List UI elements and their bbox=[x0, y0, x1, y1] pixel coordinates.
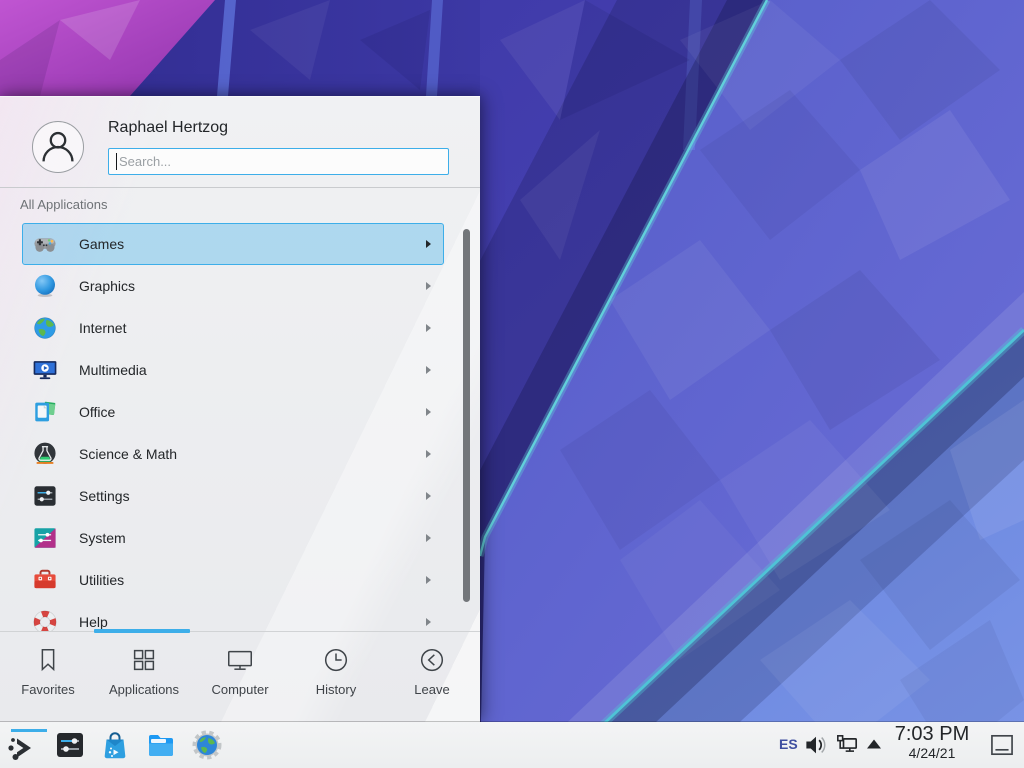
category-label: Utilities bbox=[79, 572, 426, 588]
category-science-math[interactable]: Science & Math bbox=[22, 433, 444, 475]
file-manager-button[interactable] bbox=[145, 729, 177, 761]
category-label: System bbox=[79, 530, 426, 546]
category-list: Games Graphics Internet bbox=[0, 223, 480, 631]
category-internet[interactable]: Internet bbox=[22, 307, 444, 349]
category-label: Internet bbox=[79, 320, 426, 336]
search-field-wrap bbox=[108, 148, 449, 175]
category-multimedia[interactable]: Multimedia bbox=[22, 349, 444, 391]
submenu-arrow-icon bbox=[426, 240, 431, 248]
active-tab-indicator bbox=[94, 629, 190, 633]
tab-favorites[interactable]: Favorites bbox=[0, 632, 96, 722]
konqueror-browser-icon bbox=[191, 729, 223, 761]
category-label: Games bbox=[79, 236, 426, 252]
launcher-tabbar: Favorites Applications Computer bbox=[0, 631, 480, 722]
submenu-arrow-icon bbox=[426, 534, 431, 542]
tab-leave[interactable]: Leave bbox=[384, 632, 480, 722]
tab-label: Applications bbox=[109, 682, 179, 697]
gamepad-icon bbox=[32, 231, 58, 257]
category-label: Help bbox=[79, 614, 426, 630]
application-launcher-button[interactable] bbox=[6, 729, 38, 761]
user-avatar[interactable] bbox=[32, 121, 84, 173]
speaker-icon bbox=[802, 731, 830, 759]
keyboard-layout-indicator[interactable]: ES bbox=[779, 736, 798, 752]
user-name: Raphael Hertzog bbox=[108, 119, 228, 137]
dolphin-file-manager-icon bbox=[145, 729, 177, 761]
submenu-arrow-icon bbox=[426, 408, 431, 416]
system-settings-button[interactable] bbox=[54, 729, 86, 761]
discover-software-button[interactable] bbox=[99, 729, 131, 761]
show-desktop-icon bbox=[988, 731, 1016, 759]
tab-computer[interactable]: Computer bbox=[192, 632, 288, 722]
digital-clock[interactable]: 7:03 PM 4/24/21 bbox=[886, 724, 978, 761]
tab-history[interactable]: History bbox=[288, 632, 384, 722]
system-settings-icon bbox=[54, 729, 86, 761]
submenu-arrow-icon bbox=[426, 618, 431, 626]
submenu-arrow-icon bbox=[426, 282, 431, 290]
active-launcher-indicator bbox=[11, 729, 47, 732]
tray-expand-button[interactable] bbox=[866, 738, 882, 750]
category-games[interactable]: Games bbox=[22, 223, 444, 265]
leave-icon bbox=[417, 645, 447, 675]
text-caret bbox=[116, 153, 117, 170]
submenu-arrow-icon bbox=[426, 576, 431, 584]
category-label: Office bbox=[79, 404, 426, 420]
clock-icon bbox=[321, 645, 351, 675]
submenu-arrow-icon bbox=[426, 492, 431, 500]
launcher-header: Raphael Hertzog bbox=[0, 97, 480, 188]
tab-label: History bbox=[316, 682, 356, 697]
category-system[interactable]: System bbox=[22, 517, 444, 559]
network-button[interactable] bbox=[833, 731, 861, 759]
category-label: Science & Math bbox=[79, 446, 426, 462]
category-office[interactable]: Office bbox=[22, 391, 444, 433]
category-label: Settings bbox=[79, 488, 426, 504]
monitor-play-icon bbox=[32, 357, 58, 383]
submenu-arrow-icon bbox=[426, 366, 431, 374]
lifebuoy-icon bbox=[32, 609, 58, 631]
submenu-arrow-icon bbox=[426, 324, 431, 332]
grid-icon bbox=[129, 645, 159, 675]
system-sliders-icon bbox=[32, 525, 58, 551]
kde-application-launcher-icon bbox=[6, 732, 38, 764]
clock-time: 7:03 PM bbox=[886, 724, 978, 746]
category-help[interactable]: Help bbox=[22, 601, 444, 631]
globe-icon bbox=[32, 315, 58, 341]
volume-button[interactable] bbox=[802, 731, 830, 759]
list-scrollbar[interactable] bbox=[463, 229, 470, 602]
documents-icon bbox=[32, 399, 58, 425]
flask-icon bbox=[32, 441, 58, 467]
search-input[interactable] bbox=[108, 148, 449, 175]
category-utilities[interactable]: Utilities bbox=[22, 559, 444, 601]
web-browser-button[interactable] bbox=[191, 729, 223, 761]
tab-applications[interactable]: Applications bbox=[96, 632, 192, 722]
tab-label: Leave bbox=[414, 682, 449, 697]
sphere-icon bbox=[32, 273, 58, 299]
tab-label: Computer bbox=[211, 682, 268, 697]
show-desktop-button[interactable] bbox=[988, 731, 1016, 759]
clock-date: 4/24/21 bbox=[886, 746, 978, 761]
computer-icon bbox=[225, 645, 255, 675]
sliders-icon bbox=[32, 483, 58, 509]
category-graphics[interactable]: Graphics bbox=[22, 265, 444, 307]
category-settings[interactable]: Settings bbox=[22, 475, 444, 517]
toolbox-icon bbox=[32, 567, 58, 593]
all-applications-header: All Applications bbox=[20, 197, 107, 212]
tab-label: Favorites bbox=[21, 682, 74, 697]
application-launcher-panel: Raphael Hertzog All Applications Games bbox=[0, 96, 480, 722]
category-label: Multimedia bbox=[79, 362, 426, 378]
wired-network-icon bbox=[833, 731, 861, 759]
bookmark-icon bbox=[33, 645, 63, 675]
category-label: Graphics bbox=[79, 278, 426, 294]
discover-software-icon bbox=[99, 729, 131, 761]
caret-up-icon bbox=[866, 738, 882, 750]
taskbar: ES 7:03 PM 4/24/21 bbox=[0, 722, 1024, 768]
submenu-arrow-icon bbox=[426, 450, 431, 458]
person-icon bbox=[33, 122, 83, 172]
